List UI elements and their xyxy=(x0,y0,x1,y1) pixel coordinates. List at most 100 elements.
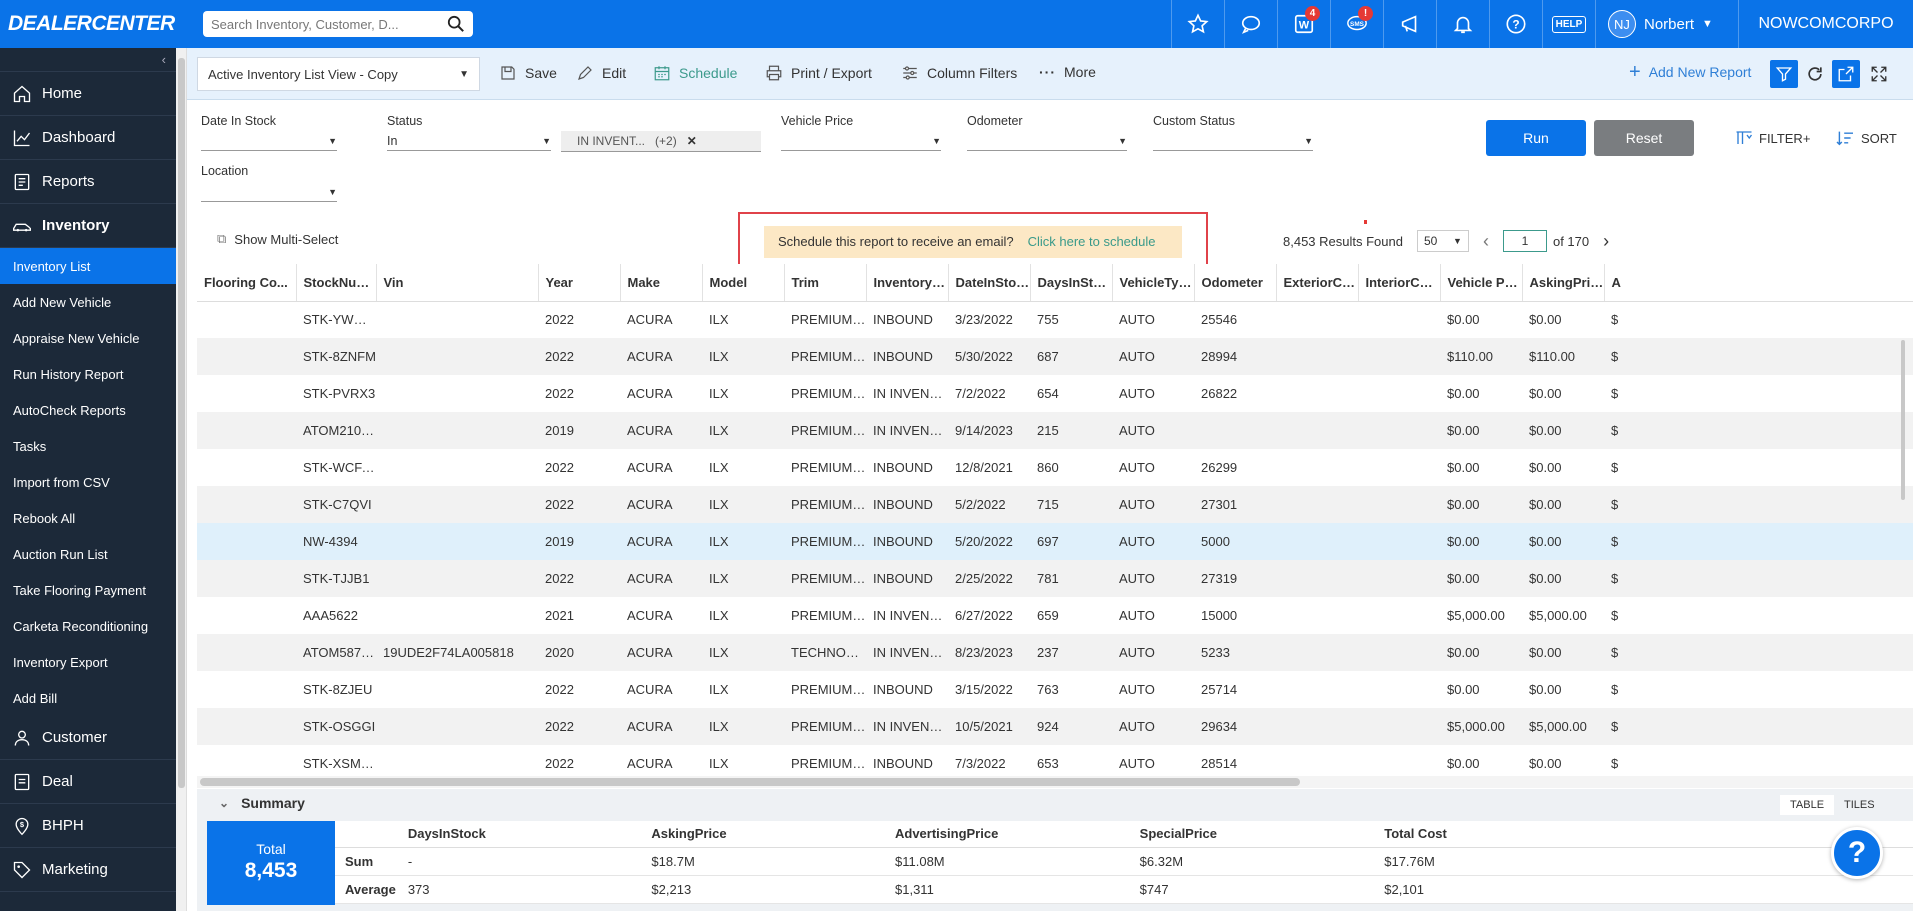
odometer-select[interactable]: ▼ xyxy=(967,131,1127,151)
schedule-button[interactable]: Schedule xyxy=(653,64,737,82)
run-button[interactable]: Run xyxy=(1486,120,1586,156)
sidebar-subitem[interactable]: Carketa Reconditioning xyxy=(0,608,176,644)
column-header[interactable]: Vehicle Price xyxy=(1440,264,1523,302)
user-menu[interactable]: NJ Norbert ▼ xyxy=(1595,0,1738,48)
global-search-input[interactable] xyxy=(211,16,447,32)
sidebar-subitem[interactable]: Inventory Export xyxy=(0,644,176,680)
prev-page-icon[interactable]: ‹ xyxy=(1483,231,1489,252)
column-header[interactable]: Year xyxy=(538,264,621,302)
add-new-report-button[interactable]: + Add New Report xyxy=(1629,62,1751,82)
status-select[interactable]: In ▼ xyxy=(387,131,551,151)
popout-button[interactable] xyxy=(1832,60,1860,88)
help-button[interactable]: HELP xyxy=(1542,0,1595,48)
dealer-name[interactable]: NOWCOMCORPO xyxy=(1738,0,1913,48)
table-row[interactable]: AAA5622 2021 ACURA ILX PREMIUM &... IN INVENT… xyxy=(197,597,1913,634)
custom-status-select[interactable]: ▼ xyxy=(1153,131,1313,151)
table-row[interactable]: NW-4394 2019ACURAILXPREMIUM &...INBOUND5/… xyxy=(197,523,1913,560)
column-header[interactable]: Inventory St... xyxy=(866,264,949,302)
grid-vertical-scrollbar[interactable] xyxy=(1901,340,1905,500)
page-number-input[interactable]: 1 xyxy=(1502,230,1547,252)
sidebar-subitem[interactable]: Add New Vehicle xyxy=(0,284,176,320)
sidebar-subitem[interactable]: Auction Run List xyxy=(0,536,176,572)
column-filters-button[interactable]: Column Filters xyxy=(901,64,1017,82)
dealercenter-logo[interactable]: DEALERCENTER xyxy=(8,12,175,36)
next-page-icon[interactable]: › xyxy=(1603,231,1609,252)
location-select[interactable]: ▼ xyxy=(201,182,337,202)
sidebar-collapse-button[interactable]: ‹ xyxy=(0,48,176,72)
column-header[interactable]: Make xyxy=(620,264,703,302)
sidebar-item-deal[interactable]: Deal xyxy=(0,760,176,804)
sidebar-subitem[interactable]: Rebook All xyxy=(0,500,176,536)
save-button[interactable]: Save xyxy=(499,64,557,82)
filter-toggle-button[interactable] xyxy=(1770,60,1798,88)
sort-button[interactable]: SORT xyxy=(1835,130,1897,146)
tab-tiles[interactable]: TILES xyxy=(1834,795,1885,815)
search-icon[interactable] xyxy=(447,15,465,33)
global-search[interactable] xyxy=(203,11,473,37)
column-header[interactable]: Vin xyxy=(376,264,539,302)
column-header[interactable]: Model xyxy=(702,264,785,302)
column-header[interactable]: ExteriorColor xyxy=(1276,264,1359,302)
sidebar-item-reports[interactable]: Reports xyxy=(0,160,176,204)
column-header[interactable]: Trim xyxy=(784,264,867,302)
summary-toggle[interactable]: ⌄ Summary xyxy=(219,795,305,811)
schedule-link[interactable]: Click here to schedule xyxy=(1028,234,1156,249)
filter-plus-button[interactable]: FILTER+ xyxy=(1735,130,1810,146)
sidebar-subitem[interactable]: AutoCheck Reports xyxy=(0,392,176,428)
table-row[interactable]: STK-TJJB1 2022ACURAILXPREMIUM &...INBOUND… xyxy=(197,560,1913,597)
status-chip[interactable]: IN INVENT... (+2) ✕ xyxy=(561,131,761,151)
table-row[interactable]: STK-8ZJEU 2022 ACURA ILX PREMIUM &... INBOUND… xyxy=(197,671,1913,708)
sidebar-scrollbar[interactable] xyxy=(176,48,187,911)
date-in-stock-select[interactable]: ▼ xyxy=(201,131,337,151)
print-export-button[interactable]: Print / Export xyxy=(765,64,872,82)
close-icon[interactable]: ✕ xyxy=(687,134,697,148)
table-row[interactable]: STK-8ZNFM 2022ACURAILXPREMIUM &...INBOUND… xyxy=(197,338,1913,375)
page-size-select[interactable]: 50 ▼ xyxy=(1416,230,1469,252)
sidebar-item-marketing[interactable]: Marketing xyxy=(0,848,176,892)
notifications-button[interactable] xyxy=(1436,0,1489,48)
column-header[interactable]: Flooring Co... xyxy=(197,264,297,302)
sidebar-item-home[interactable]: Home xyxy=(0,72,176,116)
grid-horizontal-scrollbar[interactable] xyxy=(197,776,1913,788)
edit-button[interactable]: Edit xyxy=(576,64,626,82)
w-button[interactable]: W4 xyxy=(1277,0,1330,48)
column-header[interactable]: StockNumber xyxy=(296,264,377,302)
favorites-button[interactable] xyxy=(1171,0,1224,48)
sms-button[interactable]: SMS! xyxy=(1330,0,1383,48)
sidebar-subitem[interactable]: Appraise New Vehicle xyxy=(0,320,176,356)
help-fab-button[interactable]: ? xyxy=(1831,827,1883,879)
table-row[interactable]: ATOM21082... 2019ACURAILXPREMIUM &...IN I… xyxy=(197,412,1913,449)
show-multi-select[interactable]: ⧉ Show Multi-Select xyxy=(217,231,338,247)
table-row[interactable]: STK-WCFAJ 2022 ACURA ILX PREMIUM &... INBOUND… xyxy=(197,449,1913,486)
table-row[interactable]: STK-OSGGI 2022ACURAILXPREMIUM &...IN INVE… xyxy=(197,708,1913,745)
fullscreen-button[interactable] xyxy=(1865,60,1893,88)
column-header[interactable]: Odometer xyxy=(1194,264,1277,302)
sidebar-subitem[interactable]: Inventory List xyxy=(0,248,176,284)
sidebar-subitem[interactable]: Import from CSV xyxy=(0,464,176,500)
sidebar-subitem[interactable]: Run History Report xyxy=(0,356,176,392)
tab-table[interactable]: TABLE xyxy=(1780,795,1835,815)
column-header[interactable]: InteriorColor xyxy=(1358,264,1441,302)
column-header[interactable]: A xyxy=(1604,264,1913,302)
sidebar-subitem[interactable]: Add Bill xyxy=(0,680,176,716)
table-row[interactable]: STK-YWOVE 2022 ACURA ILX PREMIUM &... INBOUND… xyxy=(197,301,1913,338)
refresh-button[interactable] xyxy=(1801,60,1829,88)
table-row[interactable]: STK-C7QVI 2022ACURAILXPREMIUM &...INBOUND… xyxy=(197,486,1913,523)
announcements-button[interactable] xyxy=(1383,0,1436,48)
reset-button[interactable]: Reset xyxy=(1594,120,1694,156)
table-row[interactable]: STK-PVRX3 2022 ACURA ILX PREMIUM &... IN INVE… xyxy=(197,375,1913,412)
report-view-select[interactable]: Active Inventory List View - Copy ▼ xyxy=(197,57,480,91)
question-button[interactable]: ? xyxy=(1489,0,1542,48)
more-button[interactable]: ··· More xyxy=(1039,64,1096,80)
column-header[interactable]: DaysInStock xyxy=(1030,264,1113,302)
table-row[interactable]: ATOM58712...19UDE2F74LA0058182020ACURAIL… xyxy=(197,634,1913,671)
vehicle-price-select[interactable]: ▼ xyxy=(781,131,941,151)
sidebar-subitem[interactable]: Tasks xyxy=(0,428,176,464)
sidebar-item-customer[interactable]: Customer xyxy=(0,716,176,760)
column-header[interactable]: DateInStock xyxy=(948,264,1031,302)
sidebar-item-inventory[interactable]: Inventory xyxy=(0,204,176,248)
sidebar-item-bhph[interactable]: $ BHPH xyxy=(0,804,176,848)
column-header[interactable]: AskingPrice xyxy=(1522,264,1605,302)
sidebar-subitem[interactable]: Take Flooring Payment xyxy=(0,572,176,608)
sidebar-item-dashboard[interactable]: Dashboard xyxy=(0,116,176,160)
